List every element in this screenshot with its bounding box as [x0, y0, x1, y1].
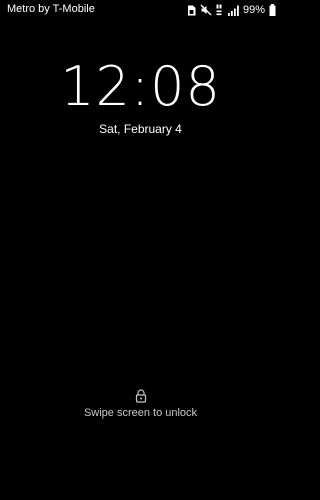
battery-icon — [269, 4, 276, 16]
lockscreen-clock: 12:08 — [60, 55, 221, 118]
mute-icon — [200, 4, 212, 16]
unlock-area[interactable]: Swipe screen to unlock — [0, 388, 281, 419]
carrier-name: Metro by T-Mobile — [7, 3, 95, 15]
status-bar: Metro by T-Mobile 99% — [0, 0, 281, 20]
lockscreen-date: Sat, February 4 — [99, 122, 182, 136]
sim-icon — [187, 5, 196, 16]
lock-icon — [135, 388, 147, 403]
status-icons: 99% — [187, 3, 276, 17]
battery-percent: 99% — [242, 4, 265, 16]
volte-icon — [216, 4, 224, 16]
signal-icon — [227, 5, 239, 16]
unlock-hint: Swipe screen to unlock — [83, 407, 198, 419]
